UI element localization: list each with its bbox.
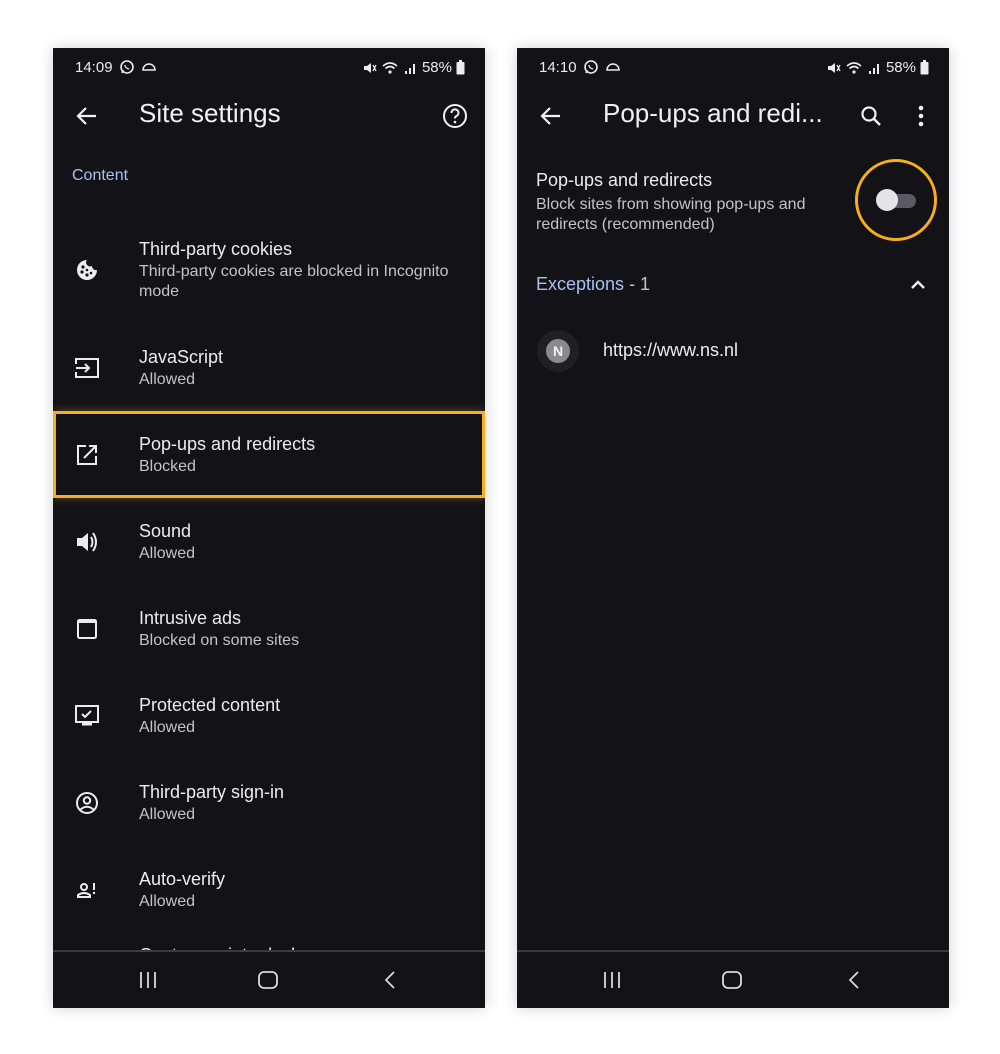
item-title: Sound <box>139 520 192 541</box>
exception-url: https://www.ns.nl <box>603 340 739 360</box>
item-title: Protected content <box>139 694 281 715</box>
account-circle-icon <box>73 789 101 817</box>
battery-icon <box>456 60 465 75</box>
home-button[interactable] <box>253 967 283 993</box>
home-button[interactable] <box>717 967 747 993</box>
back-button[interactable] <box>535 100 567 132</box>
list-item-intrusive-ads[interactable]: Intrusive ads Blocked on some sites <box>53 585 485 672</box>
status-time: 14:10 <box>539 59 577 76</box>
protected-content-icon <box>73 702 101 730</box>
section-header-content: Content <box>72 167 129 184</box>
whatsapp-icon <box>584 60 598 74</box>
item-title: Pop-ups and redirects <box>139 433 316 454</box>
item-subtitle: Allowed <box>139 544 196 562</box>
site-favicon: N <box>537 330 579 372</box>
exception-item[interactable]: N https://www.ns.nl <box>517 328 949 374</box>
volume-icon <box>73 528 101 556</box>
item-title: Intrusive ads <box>139 607 242 628</box>
app-bar: Site settings <box>53 88 485 144</box>
item-title: JavaScript <box>139 346 224 367</box>
battery-percent: 58% <box>421 59 452 76</box>
whatsapp-icon <box>120 60 134 74</box>
system-back-button[interactable] <box>375 967 405 993</box>
toggle-thumb <box>876 189 898 211</box>
mute-icon <box>827 62 841 73</box>
search-button[interactable] <box>855 100 887 132</box>
list-item-sound[interactable]: Sound Allowed <box>53 498 485 585</box>
recent-apps-icon <box>604 972 620 988</box>
cloud-icon <box>142 63 156 71</box>
list-item-auto-verify[interactable]: Auto-verify Allowed <box>53 846 485 933</box>
recent-apps-icon <box>140 972 156 988</box>
favicon-letter: N <box>546 339 570 363</box>
signal-icon <box>868 63 879 74</box>
cloud-icon <box>606 63 620 71</box>
javascript-icon <box>73 354 101 382</box>
status-time: 14:09 <box>75 59 113 76</box>
system-nav-bar <box>53 950 485 1008</box>
help-icon <box>443 104 467 128</box>
signal-icon <box>404 63 415 74</box>
wifi-icon <box>846 61 862 74</box>
window-icon <box>73 615 101 643</box>
site-settings-screen: 14:09 58% Site settings Content Third-pa… <box>53 48 485 1008</box>
item-subtitle: Blocked <box>139 457 196 475</box>
item-subtitle: Allowed <box>139 370 196 388</box>
back-arrow-icon <box>540 107 560 125</box>
item-title: Third-party cookies <box>139 238 293 259</box>
popups-redirects-screen: 14:10 58% Pop-ups and redi... Pop-ups an… <box>517 48 949 1008</box>
open-in-new-icon <box>73 441 101 469</box>
recent-apps-button[interactable] <box>133 967 163 993</box>
exceptions-label: Exceptions <box>536 274 625 294</box>
app-bar: Pop-ups and redi... <box>517 88 949 144</box>
item-subtitle: Blocked on some sites <box>139 631 300 649</box>
status-bar: 14:10 58% <box>517 48 949 88</box>
system-nav-bar <box>517 950 949 1008</box>
search-icon <box>861 106 881 126</box>
settings-list: Third-party cookies Third-party cookies … <box>53 215 485 933</box>
home-icon <box>722 971 742 989</box>
list-item-javascript[interactable]: JavaScript Allowed <box>53 324 485 411</box>
battery-percent: 58% <box>885 59 916 76</box>
back-button[interactable] <box>71 100 103 132</box>
list-item-popups-redirects[interactable]: Pop-ups and redirects Blocked <box>53 411 485 498</box>
help-button[interactable] <box>439 100 471 132</box>
list-item-third-party-cookies[interactable]: Third-party cookies Third-party cookies … <box>53 215 485 324</box>
setting-title: Pop-ups and redirects <box>536 170 713 190</box>
exceptions-header[interactable]: Exceptions - 1 <box>536 274 929 302</box>
popups-toggle[interactable] <box>876 189 916 211</box>
chevron-up-icon[interactable] <box>907 274 929 296</box>
system-back-icon <box>384 971 395 989</box>
status-bar: 14:09 58% <box>53 48 485 88</box>
setting-description: Block sites from showing pop-ups and red… <box>536 196 806 233</box>
recent-apps-button[interactable] <box>597 967 627 993</box>
item-subtitle: Allowed <box>139 892 196 910</box>
exceptions-count: - 1 <box>624 274 651 294</box>
item-title: Third-party sign-in <box>139 781 285 802</box>
item-title: Auto-verify <box>139 868 226 889</box>
cookie-icon <box>73 256 101 284</box>
page-title: Pop-ups and redi... <box>603 98 823 128</box>
back-arrow-icon <box>76 107 96 125</box>
more-vert-icon <box>918 105 924 127</box>
wifi-icon <box>382 61 398 74</box>
list-item-third-party-sign-in[interactable]: Third-party sign-in Allowed <box>53 759 485 846</box>
list-item-protected-content[interactable]: Protected content Allowed <box>53 672 485 759</box>
item-subtitle: Allowed <box>139 718 196 736</box>
more-options-button[interactable] <box>905 100 937 132</box>
page-title: Site settings <box>139 98 281 128</box>
auto-verify-icon <box>73 876 101 904</box>
item-subtitle: Allowed <box>139 805 196 823</box>
toggle-highlight-ring <box>855 159 937 241</box>
item-subtitle: Third-party cookies are blocked in Incog… <box>139 262 449 300</box>
system-back-icon <box>848 971 859 989</box>
battery-icon <box>920 60 929 75</box>
system-back-button[interactable] <box>839 967 869 993</box>
home-icon <box>258 971 278 989</box>
mute-icon <box>363 62 377 73</box>
